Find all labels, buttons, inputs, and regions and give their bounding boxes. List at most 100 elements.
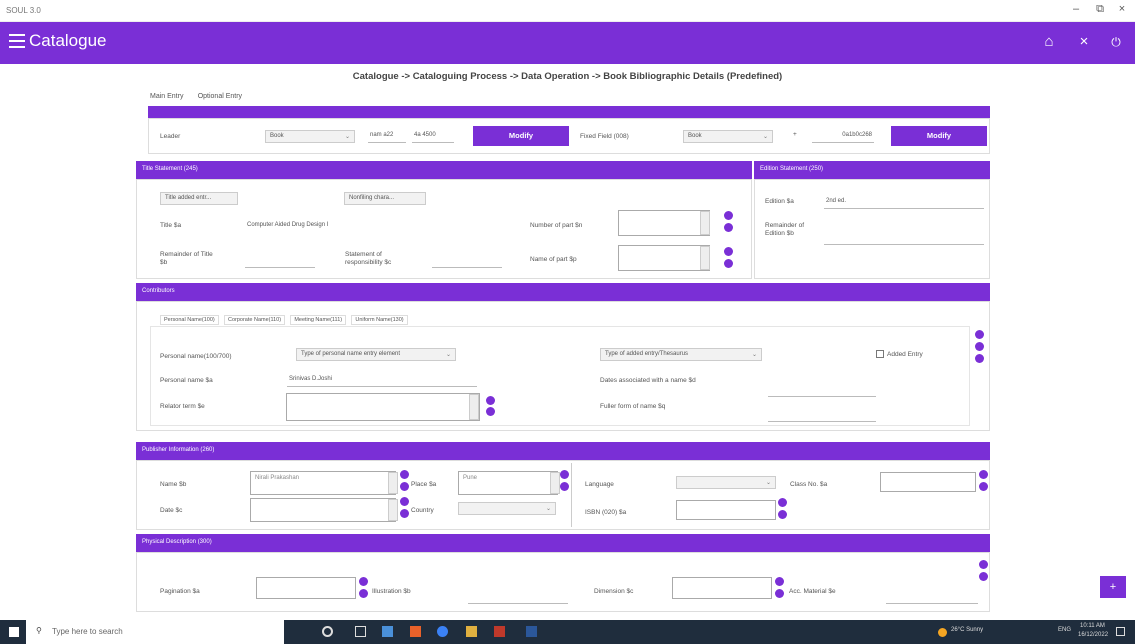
maximize-button[interactable]: ⧉ bbox=[1090, 3, 1110, 16]
remove-date-icon[interactable] bbox=[400, 509, 409, 518]
pagination-label: Pagination $a bbox=[160, 588, 200, 595]
app-taskbar-icon-2[interactable] bbox=[410, 626, 421, 637]
title-input[interactable]: Computer Aided Drug Design I bbox=[245, 219, 433, 233]
tab-uniform-name[interactable]: Uniform Name(130) bbox=[351, 315, 408, 325]
added-entry-type-select[interactable]: Type of added entry/Thesaurus ⌄ bbox=[600, 348, 762, 361]
close-icon[interactable]: × bbox=[1074, 33, 1094, 50]
dates-input[interactable] bbox=[768, 383, 876, 397]
word-taskbar-icon[interactable] bbox=[526, 626, 537, 637]
country-select[interactable]: ⌄ bbox=[458, 502, 556, 515]
isbn-input[interactable] bbox=[676, 500, 776, 520]
app-taskbar-icon-1[interactable] bbox=[382, 626, 393, 637]
fixed-code[interactable]: 0a1b0c268 bbox=[812, 129, 874, 143]
remove-part-number-icon[interactable] bbox=[724, 223, 733, 232]
part-number-input[interactable] bbox=[618, 210, 710, 236]
leader-code2[interactable]: 4a 4500 bbox=[412, 129, 454, 143]
remove-dimension-icon[interactable] bbox=[775, 589, 784, 598]
add-publisher-icon[interactable] bbox=[400, 470, 409, 479]
add-fab-button[interactable]: + bbox=[1100, 576, 1126, 598]
notification-icon[interactable] bbox=[1116, 627, 1125, 636]
edition-input[interactable]: 2nd ed. bbox=[824, 195, 984, 209]
more-contributor-icon[interactable] bbox=[975, 354, 984, 363]
cortana-icon[interactable] bbox=[322, 626, 333, 637]
leader-type-select[interactable]: Book ⌄ bbox=[265, 130, 355, 143]
remainder-title-input[interactable] bbox=[245, 254, 315, 268]
part-number-spinner[interactable] bbox=[700, 211, 710, 235]
remove-place-icon[interactable] bbox=[560, 482, 569, 491]
part-name-spinner[interactable] bbox=[700, 246, 710, 270]
illustration-input[interactable] bbox=[468, 590, 568, 604]
add-class-icon[interactable] bbox=[979, 470, 988, 479]
acc-material-input[interactable] bbox=[886, 590, 978, 604]
tab-optional-entry[interactable]: Optional Entry bbox=[198, 93, 242, 100]
part-number-label: Number of part $n bbox=[530, 222, 583, 229]
date-spinner[interactable] bbox=[388, 499, 398, 521]
taskbar-search-input[interactable]: ⚲ Type here to search bbox=[26, 620, 284, 644]
home-icon[interactable]: ⌂ bbox=[1039, 33, 1059, 50]
title-label: Title $a bbox=[160, 222, 182, 229]
add-dimension-icon[interactable] bbox=[775, 577, 784, 586]
remove-acc-icon[interactable] bbox=[979, 572, 988, 581]
tab-meeting-name[interactable]: Meeting Name(111) bbox=[290, 315, 347, 325]
tab-corporate-name[interactable]: Corporate Name(110) bbox=[223, 315, 286, 325]
hamburger-menu-icon[interactable] bbox=[9, 34, 25, 48]
pagination-input[interactable] bbox=[256, 577, 356, 599]
publisher-name-spinner[interactable] bbox=[388, 472, 398, 494]
add-place-icon[interactable] bbox=[560, 470, 569, 479]
taskbar-search-text: Type here to search bbox=[52, 627, 123, 636]
remove-class-icon[interactable] bbox=[979, 482, 988, 491]
remove-pagination-icon[interactable] bbox=[359, 589, 368, 598]
add-pagination-icon[interactable] bbox=[359, 577, 368, 586]
added-entry-label: Added Entry bbox=[887, 351, 923, 358]
window-close-button[interactable]: × bbox=[1112, 3, 1132, 15]
language-indicator[interactable]: ENG bbox=[1058, 627, 1071, 633]
task-view-icon[interactable] bbox=[355, 626, 366, 637]
breadcrumb: Catalogue -> Cataloguing Process -> Data… bbox=[352, 71, 783, 82]
add-part-name-icon[interactable] bbox=[724, 247, 733, 256]
responsibility-input[interactable] bbox=[432, 254, 502, 268]
personal-name-type-value: Type of personal name entry element bbox=[301, 351, 401, 357]
illustration-label: Illustration $b bbox=[372, 588, 411, 595]
place-input[interactable]: Pune bbox=[458, 471, 558, 495]
personal-name-input[interactable]: Srinivas D.Joshi bbox=[287, 373, 477, 387]
app-taskbar-icon-4[interactable] bbox=[466, 626, 477, 637]
add-acc-icon[interactable] bbox=[979, 560, 988, 569]
add-relator-icon[interactable] bbox=[486, 396, 495, 405]
add-date-icon[interactable] bbox=[400, 497, 409, 506]
remove-relator-icon[interactable] bbox=[486, 407, 495, 416]
nonfiling-select[interactable]: Nonfiling chara... bbox=[344, 192, 426, 205]
windows-start-icon[interactable] bbox=[9, 627, 19, 637]
place-spinner[interactable] bbox=[550, 472, 560, 494]
remove-part-name-icon[interactable] bbox=[724, 259, 733, 268]
remove-publisher-icon[interactable] bbox=[400, 482, 409, 491]
title-added-entry-select[interactable]: Title added entr... bbox=[160, 192, 238, 205]
app-taskbar-icon-3[interactable] bbox=[437, 626, 448, 637]
fixed-plus-icon[interactable]: + bbox=[793, 131, 797, 139]
publisher-name-input[interactable]: Nirali Prakashan bbox=[250, 471, 396, 495]
relator-input[interactable] bbox=[286, 393, 480, 421]
dimension-input[interactable] bbox=[672, 577, 772, 599]
remove-isbn-icon[interactable] bbox=[778, 510, 787, 519]
date-input[interactable] bbox=[250, 498, 396, 522]
power-icon[interactable]: ⏻ bbox=[1106, 35, 1126, 50]
leader-modify-button[interactable]: Modify bbox=[473, 126, 569, 146]
relator-spinner[interactable] bbox=[469, 394, 479, 420]
remove-contributor-icon[interactable] bbox=[975, 342, 984, 351]
tab-main-entry[interactable]: Main Entry bbox=[150, 93, 183, 100]
personal-name-type-select[interactable]: Type of personal name entry element ⌄ bbox=[296, 348, 456, 361]
class-no-input[interactable] bbox=[880, 472, 976, 492]
part-name-input[interactable] bbox=[618, 245, 710, 271]
leader-code1[interactable]: nam a22 bbox=[368, 129, 406, 143]
remainder-edition-input[interactable] bbox=[824, 231, 984, 245]
add-contributor-icon[interactable] bbox=[975, 330, 984, 339]
add-part-number-icon[interactable] bbox=[724, 211, 733, 220]
tab-personal-name[interactable]: Personal Name(100) bbox=[160, 315, 219, 325]
fixed-modify-button[interactable]: Modify bbox=[891, 126, 987, 146]
minimize-button[interactable]: – bbox=[1066, 3, 1086, 15]
added-entry-checkbox[interactable] bbox=[876, 350, 884, 358]
language-select[interactable]: ⌄ bbox=[676, 476, 776, 489]
add-isbn-icon[interactable] bbox=[778, 498, 787, 507]
app-taskbar-icon-5[interactable] bbox=[494, 626, 505, 637]
fixed-type-select[interactable]: Book ⌄ bbox=[683, 130, 773, 143]
fuller-form-input[interactable] bbox=[768, 408, 876, 422]
